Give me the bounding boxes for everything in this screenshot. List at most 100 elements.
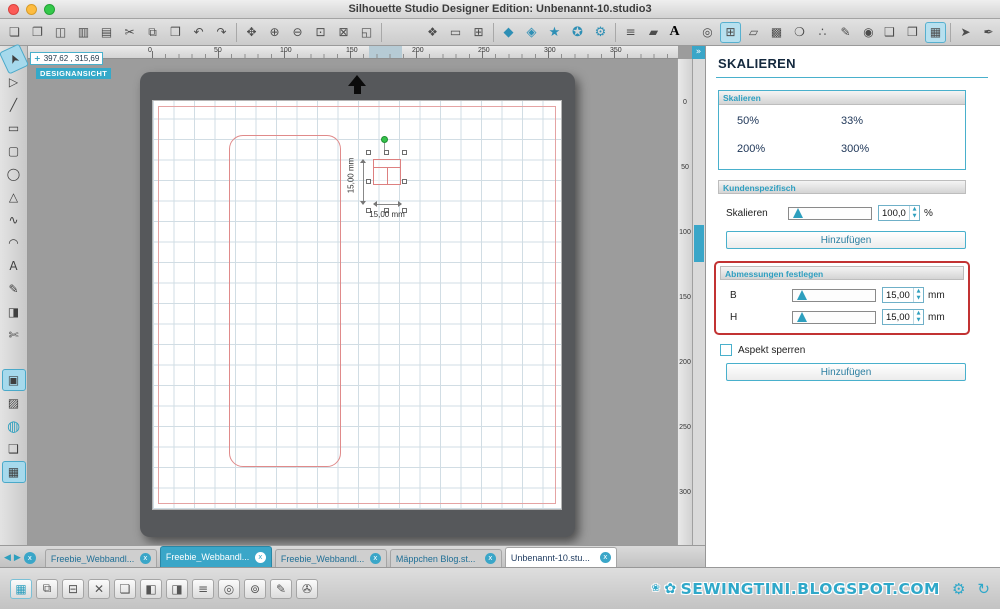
attach-media-icon[interactable]: ✇ (296, 578, 318, 599)
tab-close-icon[interactable]: x (484, 553, 496, 564)
fit-to-window-icon[interactable]: ◱ (356, 22, 377, 43)
curve-tool-icon[interactable]: ∿ (2, 209, 26, 231)
delete-icon[interactable]: ✕ (88, 578, 110, 599)
slider-thumb-icon[interactable] (793, 207, 803, 218)
gear-shape-icon[interactable]: ⚙ (590, 22, 611, 43)
shear-panel-icon[interactable]: ▱ (743, 22, 764, 43)
tab-close-icon[interactable]: x (139, 553, 151, 564)
cut-outline-shape[interactable] (229, 135, 341, 467)
text-tool-icon[interactable]: A (2, 255, 26, 277)
document-tab[interactable]: Unbenannt-10.stu... x (504, 547, 617, 567)
height-value-field[interactable]: 15,00 ▲ ▼ (882, 309, 924, 325)
selection-handle[interactable] (402, 179, 407, 184)
weld-icon[interactable]: ◎ (218, 578, 240, 599)
image-effects-icon[interactable]: ▨ (2, 392, 26, 414)
stepper-up-icon[interactable]: ▲ (910, 206, 919, 213)
eraser-tool-icon[interactable]: ◨ (2, 301, 26, 323)
settings-gear-icon[interactable]: ⚙ (952, 580, 965, 598)
bring-to-front-icon[interactable]: ◧ (140, 578, 162, 599)
offset-icon[interactable]: ⊚ (244, 578, 266, 599)
select-tool-icon[interactable]: ➤ (0, 43, 29, 75)
tab-close-icon[interactable]: x (254, 551, 266, 563)
freehand-tool-icon[interactable]: ✎ (2, 278, 26, 300)
sync-refresh-icon[interactable]: ↻ (977, 580, 990, 598)
width-value[interactable]: 15,00 (883, 288, 913, 302)
slider-thumb-icon[interactable] (797, 289, 807, 300)
tab-scroll-right-icon[interactable]: ▶ (14, 553, 21, 563)
sketch-pen-icon[interactable]: ✎ (270, 578, 292, 599)
tab-close-icon[interactable]: x (599, 552, 611, 563)
zoom-out-icon[interactable]: ⊖ (287, 22, 308, 43)
open-document-icon[interactable]: ❐ (27, 22, 48, 43)
line-style-icon[interactable]: ≡ (620, 22, 641, 43)
scale-preset[interactable]: 300% (841, 143, 945, 155)
scrollbar-thumb[interactable] (694, 225, 704, 262)
ungroup-icon[interactable]: ⊟ (62, 578, 84, 599)
design-view-icon[interactable]: ❑ (879, 22, 900, 43)
document-tab[interactable]: Freebie_Webbandl... x (44, 549, 157, 567)
height-slider[interactable] (792, 310, 876, 324)
document-tab[interactable]: Mäppchen Blog.st... x (389, 549, 502, 567)
flat-view-icon[interactable]: ▣ (1, 369, 26, 391)
stepper-down-icon[interactable]: ▼ (914, 295, 923, 302)
zoom-in-icon[interactable]: ⊕ (264, 22, 285, 43)
stepper-down-icon[interactable]: ▼ (914, 317, 923, 324)
redo-icon[interactable]: ↷ (211, 22, 232, 43)
star-shape-icon[interactable]: ★ (544, 22, 565, 43)
save-to-library-icon[interactable]: ▥ (73, 22, 94, 43)
scale-preset[interactable]: 33% (841, 115, 945, 127)
knife-tool-icon[interactable]: ✄ (2, 324, 26, 346)
arc-tool-icon[interactable]: ◠ (2, 232, 26, 254)
line-tool-icon[interactable]: ╱ (2, 94, 26, 116)
scale-stepper[interactable]: ▲ ▼ (909, 206, 919, 220)
scale-preset[interactable]: 50% (737, 115, 841, 127)
rhinestone-panel-icon[interactable]: ∴ (812, 22, 833, 43)
width-stepper[interactable]: ▲ ▼ (913, 288, 923, 302)
save-document-icon[interactable]: ◫ (50, 22, 71, 43)
duplicate-icon[interactable]: ❏ (114, 578, 136, 599)
stepper-up-icon[interactable]: ▲ (914, 288, 923, 295)
seal-shape-icon[interactable]: ✪ (567, 22, 588, 43)
online-store-icon[interactable]: ◍ (2, 415, 26, 437)
scale-preset[interactable]: 200% (737, 143, 841, 155)
minimize-button[interactable] (26, 4, 37, 15)
nesting-panel-icon[interactable]: ▩ (766, 22, 787, 43)
vertical-scrollbar[interactable] (692, 59, 705, 545)
cut-icon[interactable]: ✂ (119, 22, 140, 43)
align-icon[interactable]: ≡ (192, 578, 214, 599)
cursor-tool-icon[interactable]: ➤ (955, 22, 976, 43)
edit-points-tool-icon[interactable]: ▷ (2, 71, 26, 93)
tab-close-icon[interactable]: x (369, 553, 381, 564)
width-value-field[interactable]: 15,00 ▲ ▼ (882, 287, 924, 303)
polygon-tool-icon[interactable]: △ (2, 186, 26, 208)
selection-handle[interactable] (402, 150, 407, 155)
zoom-selection-icon[interactable]: ⊡ (310, 22, 331, 43)
pentagon-shape-icon[interactable]: ◈ (521, 22, 542, 43)
grid-view-icon[interactable]: ▦ (1, 461, 26, 483)
group-icon[interactable]: ⧉ (36, 578, 58, 599)
registration-marks-icon[interactable]: ⊞ (468, 22, 489, 43)
design-canvas[interactable]: 0 50 100 150 200 250 300 350 15,00 mm 15… (28, 46, 705, 545)
apply-scale-button[interactable]: Hinzufügen (726, 231, 966, 249)
document-tab[interactable]: Freebie_Webbandl... x (159, 546, 272, 567)
pen-tool-icon[interactable]: ✒ (978, 22, 999, 43)
pan-tool-icon[interactable]: ✥ (241, 22, 262, 43)
panel-collapse-button[interactable]: » (692, 46, 705, 59)
page-thumbnail-icon[interactable]: ❑ (2, 438, 26, 460)
copy-icon[interactable]: ⧉ (142, 22, 163, 43)
store-view-icon[interactable]: ▦ (925, 21, 946, 43)
slider-thumb-icon[interactable] (797, 311, 807, 322)
ellipse-tool-icon[interactable]: ◯ (2, 163, 26, 185)
close-all-tabs-icon[interactable]: x (23, 552, 36, 564)
selection-handle[interactable] (366, 150, 371, 155)
sketch-panel-icon[interactable]: ✎ (835, 22, 856, 43)
grid-toggle-icon[interactable]: ▦ (10, 578, 32, 599)
selection-handle[interactable] (366, 179, 371, 184)
drag-zoom-icon[interactable]: ⊠ (333, 22, 354, 43)
scale-slider[interactable] (788, 206, 872, 220)
page-setup-icon[interactable]: ▭ (445, 22, 466, 43)
fill-style-icon[interactable]: ▰ (643, 22, 664, 43)
apply-dimensions-button[interactable]: Hinzufügen (726, 363, 966, 381)
selected-shape[interactable] (373, 159, 401, 185)
print-icon[interactable]: ▤ (96, 22, 117, 43)
